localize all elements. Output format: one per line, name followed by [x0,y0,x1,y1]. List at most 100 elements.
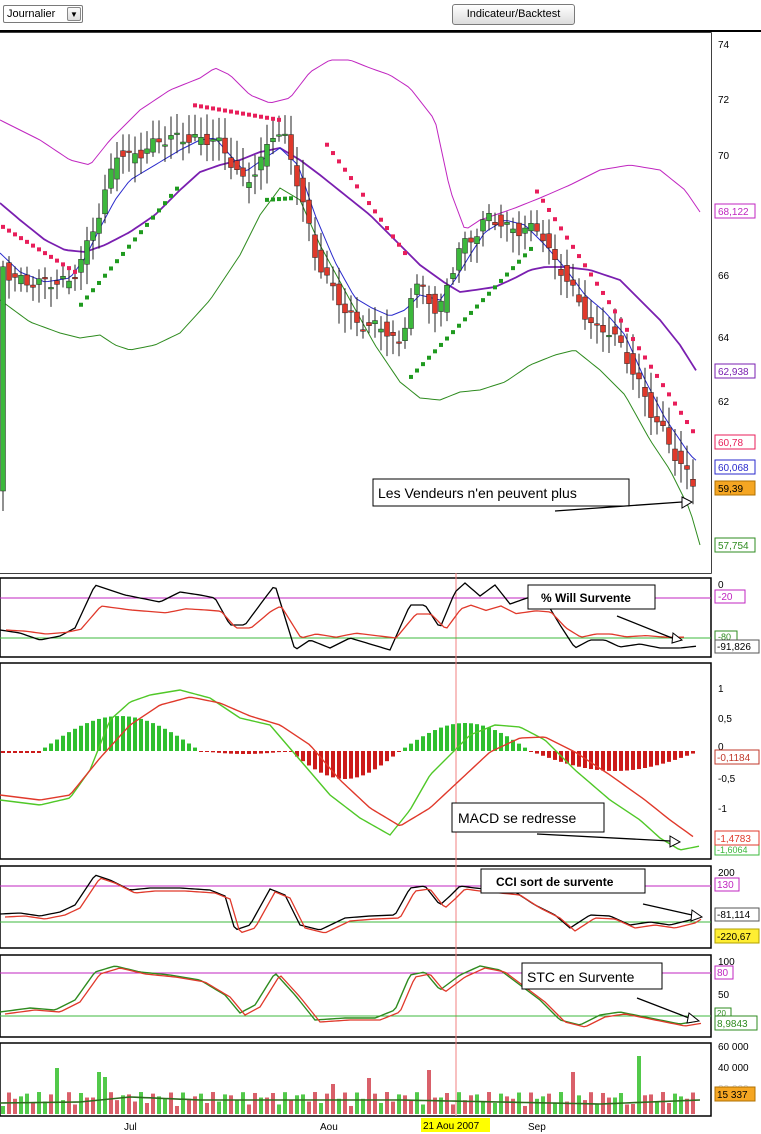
macd-histogram-bar [25,751,29,753]
volume-bar [331,1084,335,1114]
candle-body [162,144,168,147]
sar-dot [235,110,239,115]
will-level-badge: -20 [718,592,733,603]
volume-bar [109,1092,113,1114]
macd-histogram-bar [361,751,365,776]
sar-dot [577,254,581,259]
candle-body [144,148,150,154]
macd-histogram-bar [625,751,629,771]
sar-dot [475,304,479,309]
candle-body [306,199,312,224]
date-cursor-label: 21 Aou 2007 [423,1121,480,1132]
macd-histogram-bar [403,747,407,751]
candle-body [138,149,144,159]
macd-histogram-bar [241,751,245,754]
candle-body [516,222,522,237]
volume-bar [625,1104,629,1114]
candle-body [414,283,420,295]
volume-bar [691,1092,695,1114]
macd-histogram-bar [643,751,647,769]
candle-body [348,310,354,313]
volume-bar [73,1104,77,1114]
sar-dot [145,222,149,227]
candle-body [552,249,558,260]
candle-body [30,284,36,288]
ma-badge: 62,938 [718,367,749,378]
sar-dot [679,410,683,415]
sar-dot [367,201,371,206]
candle-body [222,137,228,154]
macd-histogram-bar [253,751,257,754]
sar-dot [151,215,155,220]
chart-area[interactable]: 74 72 70 68 66 64 62 60 58 68,122 62,938… [0,0,761,1134]
macd-histogram-bar [139,718,143,751]
cci-annotation: CCI sort de survente [496,875,614,889]
macd-value-badge: -1,6064 [717,845,748,855]
volume-bar [13,1098,17,1114]
macd-histogram-bar [571,751,575,766]
sar-dot [259,114,263,119]
volume-bar [199,1093,203,1114]
macd-signal-badge: -1,4783 [717,834,751,845]
candle-body [480,219,486,232]
candle-body [366,322,372,326]
macd-histogram-bar [43,747,47,751]
candle-body [522,227,528,234]
volume-bar [361,1098,365,1114]
sar-dot [31,243,35,248]
sar-dot [493,285,497,290]
volume-bar [115,1100,119,1114]
sar-dot [397,242,401,247]
sar-dot [175,186,179,191]
volume-bar [235,1100,239,1114]
sar-dot [97,280,101,285]
cci-tick: 200 [718,868,735,879]
x-label-aou: Aou [320,1122,338,1133]
sar-dot [325,142,329,147]
sar-dot [613,309,617,314]
volume-bar [139,1092,143,1114]
sar-dot [571,244,575,249]
candle-body [240,167,246,177]
macd-histogram-bar [31,751,35,753]
sar-dot [199,104,203,109]
volume-bar [421,1104,425,1114]
sar-dot [553,217,557,222]
candle-body [78,259,84,273]
candle-body [0,266,6,492]
candle-body [300,177,306,203]
macd-histogram-bar [661,751,665,764]
volume-bar [493,1103,497,1114]
macd-histogram-bar [199,751,203,752]
candle-body [324,267,330,276]
candle-body [474,236,480,244]
candle-body [252,174,258,177]
candle-body [342,303,348,314]
candle-body [492,222,498,226]
sar-dot [241,111,245,116]
volume-bar [307,1101,311,1114]
macd-histogram-bar [385,751,389,762]
macd-histogram-bar [157,725,161,751]
candle-body [384,321,390,337]
volume-bar [229,1095,233,1114]
lower-band-badge: 57,754 [718,541,749,552]
sar-dot [487,291,491,296]
volume-tick: 60 000 [718,1042,749,1053]
volume-bar [415,1092,419,1114]
sar-dot [685,420,689,425]
macd-histogram-bar [391,751,395,757]
sar-dot [271,116,275,121]
sar-dot [379,217,383,222]
macd-histogram-bar [73,728,77,751]
candle-body [24,274,30,286]
candle-body [168,135,174,140]
candle-body [108,168,114,189]
sar-dot [595,281,599,286]
macd-histogram-bar [427,732,431,751]
macd-histogram-bar [85,723,89,751]
sar-dot [523,253,527,258]
volume-bar [247,1104,251,1114]
volume-bar [301,1094,305,1114]
sar-dot [169,193,173,198]
